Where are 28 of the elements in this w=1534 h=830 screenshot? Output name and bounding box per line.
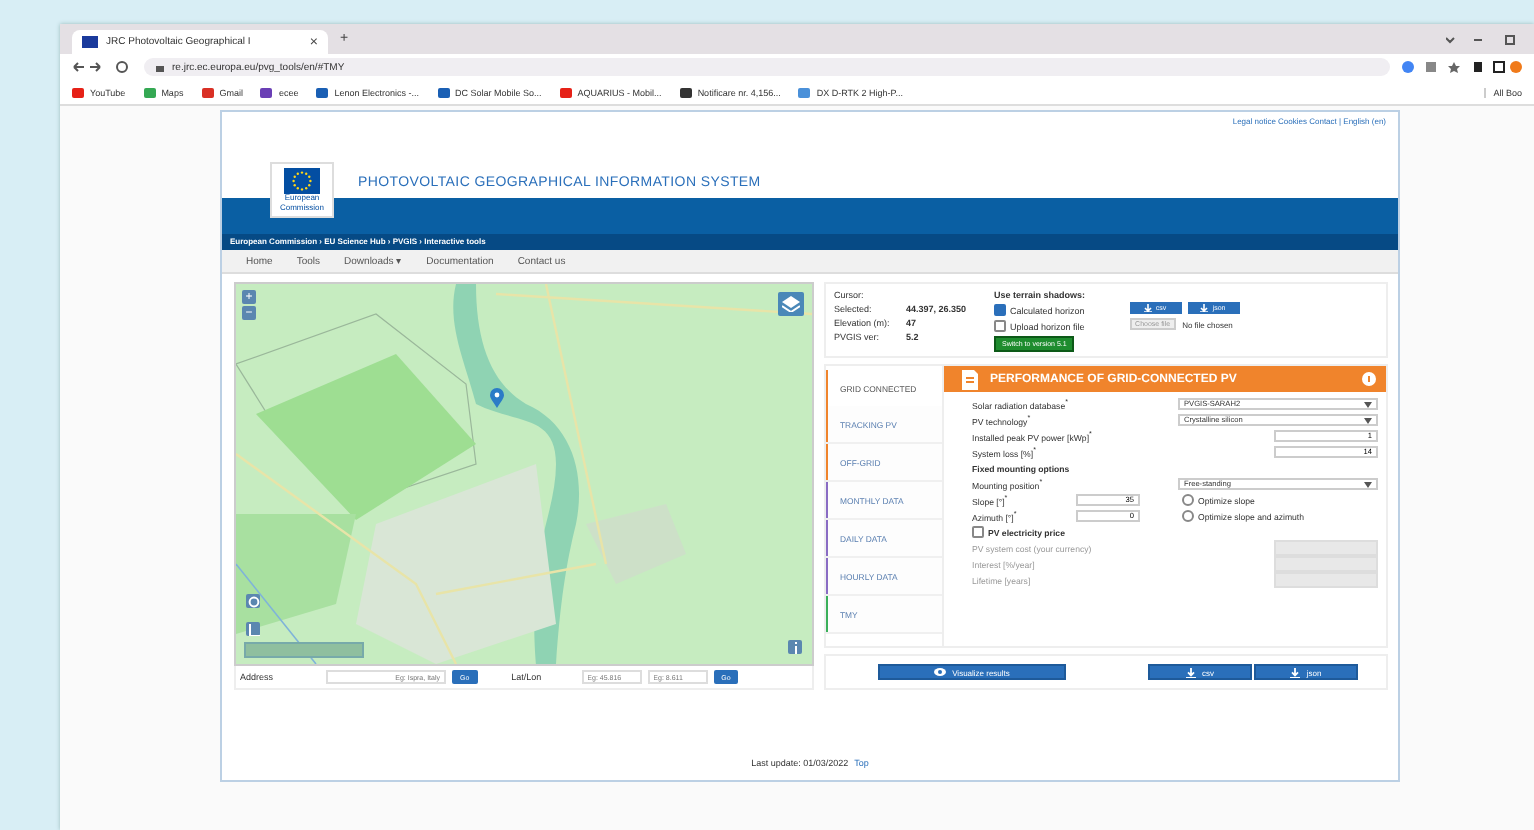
caret-icon [1364, 481, 1372, 487]
ruler-button[interactable] [246, 622, 260, 636]
checkbox[interactable] [994, 304, 1007, 316]
eye-icon [934, 668, 947, 676]
lock-icon [156, 62, 164, 72]
layers-icon [782, 296, 800, 312]
navigation-icon [72, 60, 132, 74]
caret-icon [1364, 401, 1372, 407]
target-icon [247, 595, 259, 607]
radio-button[interactable] [1182, 494, 1194, 506]
map-marker-icon [490, 388, 504, 408]
flag-icon [284, 168, 320, 195]
checkbox[interactable] [972, 526, 984, 538]
caret-icon [1364, 417, 1372, 423]
download-icon [1143, 304, 1152, 312]
window-controls-icon [1446, 33, 1518, 45]
layers-button[interactable] [778, 292, 804, 316]
download-icon [1290, 667, 1301, 677]
locate-button[interactable] [246, 594, 260, 608]
scale-bar [244, 642, 364, 658]
checkbox[interactable] [994, 320, 1007, 332]
site-icon [82, 36, 98, 48]
help-icon [1362, 372, 1376, 386]
info-button[interactable] [788, 640, 802, 654]
radio-button[interactable] [1182, 510, 1194, 522]
info-icon [791, 641, 799, 653]
download-icon [1186, 667, 1196, 677]
download-icon [1200, 304, 1209, 312]
